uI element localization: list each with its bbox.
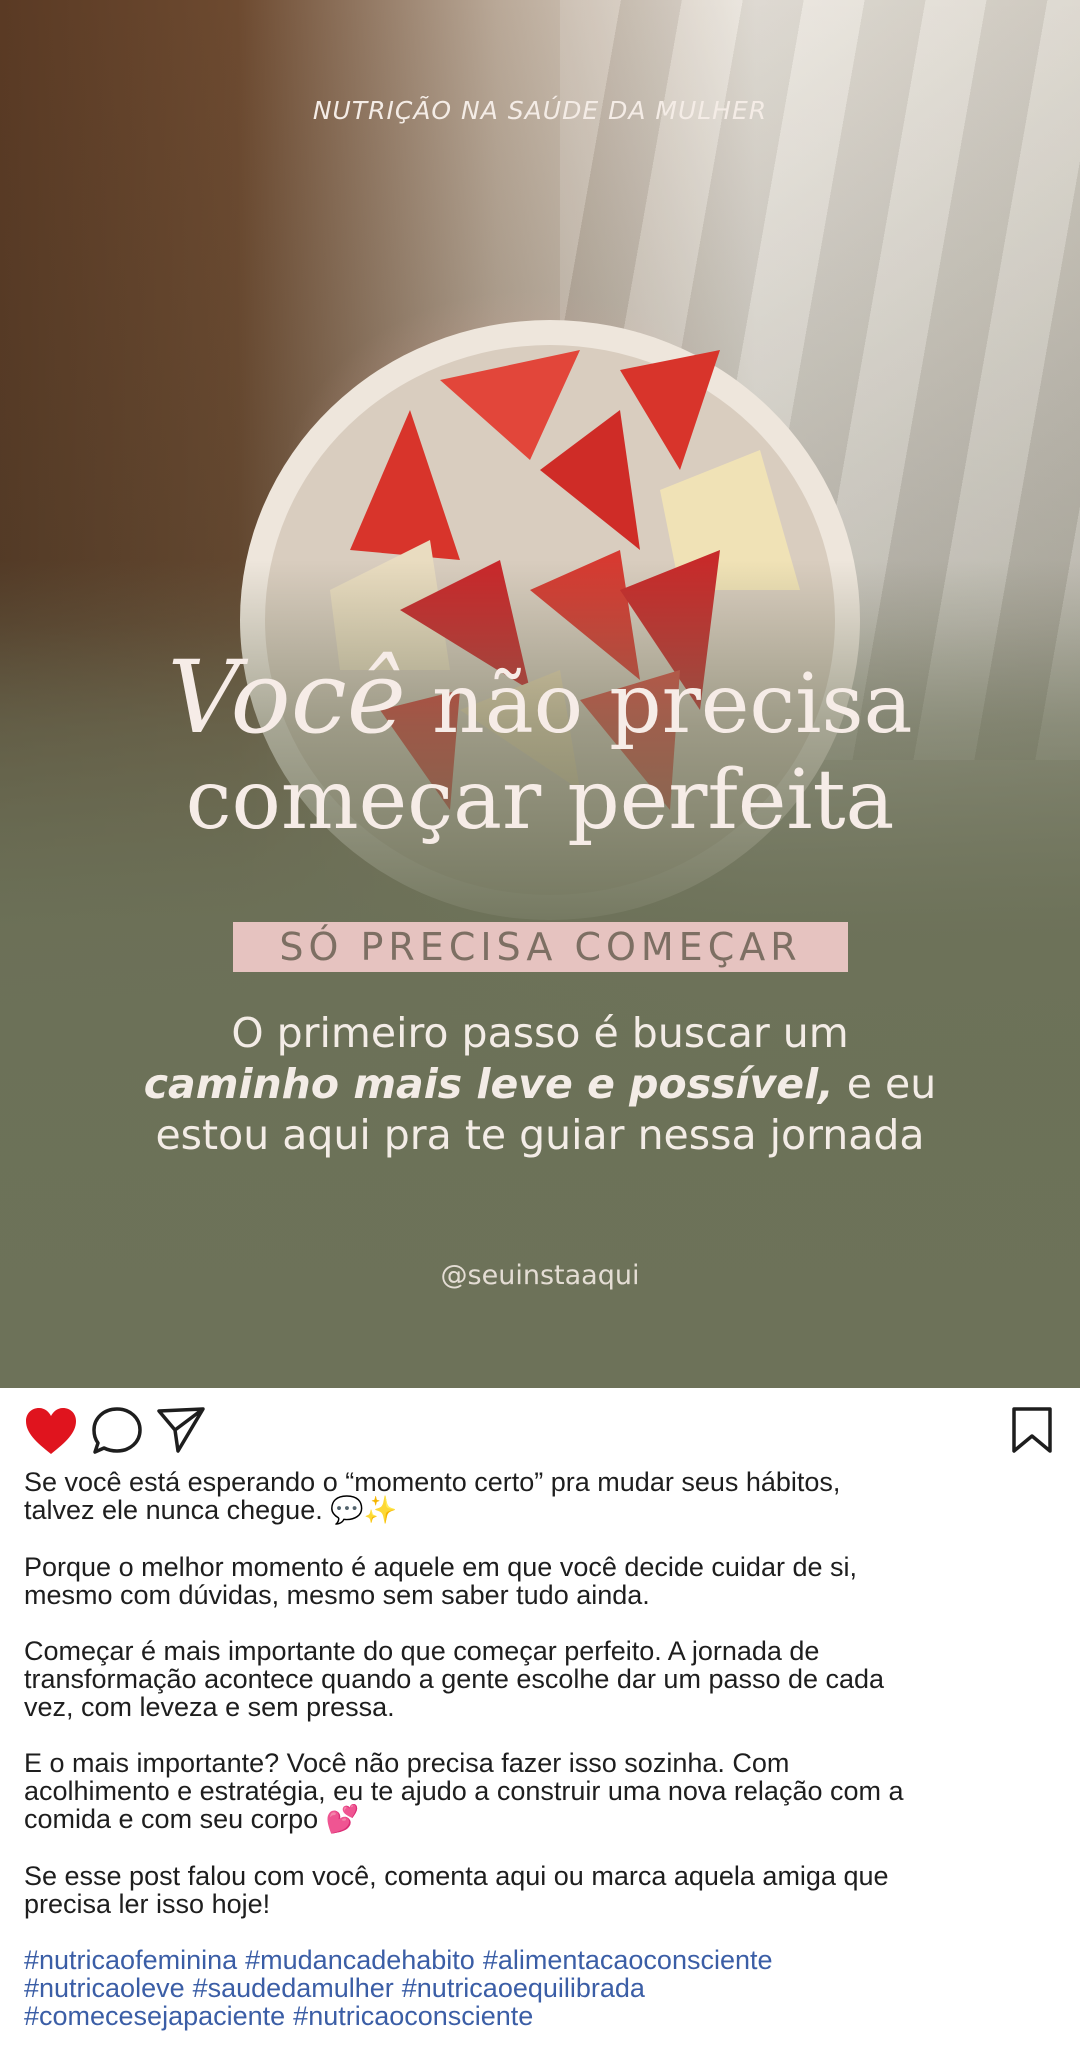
- comment-icon[interactable]: [91, 1406, 143, 1456]
- hashtag-link[interactable]: #nutricaoequilibrada: [402, 1973, 645, 2003]
- caption-paragraph-3: Começar é mais importante do que começar…: [24, 1637, 1056, 1721]
- caption-paragraph-4: E o mais importante? Você não precisa fa…: [24, 1749, 1056, 1834]
- caption-text: Se esse post falou com você, comenta aqu…: [24, 1861, 889, 1891]
- caption-text: Se você está esperando o “momento certo”…: [24, 1467, 841, 1497]
- action-bar: [0, 1388, 1080, 1468]
- caption-text: Começar é mais importante do que começar…: [24, 1636, 820, 1666]
- bookmark-icon[interactable]: [1010, 1406, 1054, 1454]
- hashtag-link[interactable]: #mudancadehabito: [245, 1945, 475, 1975]
- hashtag-link[interactable]: #nutricaofeminina: [24, 1945, 237, 1975]
- hashtag-link[interactable]: #nutricaoleve: [24, 1973, 185, 2003]
- highlight-banner: SÓ PRECISA COMEÇAR: [233, 922, 848, 972]
- hashtag-link[interactable]: #nutricaoconsciente: [293, 2001, 533, 2031]
- hashtag-link[interactable]: #comecesejapaciente: [24, 2001, 285, 2031]
- heart-icon[interactable]: [24, 1406, 78, 1456]
- caption-text: vez, com leveza e sem pressa.: [24, 1692, 395, 1722]
- hashtag-link[interactable]: #saudedamulher: [193, 1973, 394, 2003]
- subtext-line1: O primeiro passo é buscar um: [231, 1009, 849, 1057]
- caption-paragraph-1: Se você está esperando o “momento certo”…: [24, 1468, 1056, 1525]
- speech-sparkle-emoji: 💬✨: [330, 1495, 398, 1526]
- post-caption: Se você está esperando o “momento certo”…: [0, 1468, 1080, 2030]
- headline: Você não precisa começar perfeita: [0, 648, 1080, 849]
- send-icon[interactable]: [156, 1406, 206, 1454]
- headline-script-word: Você: [167, 639, 406, 756]
- caption-paragraph-5: Se esse post falou com você, comenta aqu…: [24, 1862, 1056, 1918]
- caption-text: acolhimento e estratégia, eu te ajudo a …: [24, 1776, 904, 1806]
- caption-text: talvez ele nunca chegue.: [24, 1495, 331, 1525]
- hashtag-link[interactable]: #alimentacaoconsciente: [483, 1945, 773, 1975]
- caption-paragraph-2: Porque o melhor momento é aquele em que …: [24, 1553, 1056, 1609]
- subtext-bold: caminho mais leve e possível,: [143, 1060, 834, 1108]
- headline-line1-rest: não precisa: [432, 657, 913, 752]
- caption-text: precisa ler isso hoje!: [24, 1889, 271, 1919]
- caption-text: comida e com seu corpo: [24, 1804, 326, 1834]
- caption-text: E o mais importante? Você não precisa fa…: [24, 1748, 790, 1778]
- caption-text: transformação acontece quando a gente es…: [24, 1664, 885, 1694]
- headline-line2: começar perfeita: [185, 753, 895, 848]
- caption-text: Porque o melhor momento é aquele em que …: [24, 1552, 857, 1582]
- hearts-emoji: 💕: [325, 1804, 360, 1835]
- post-image[interactable]: NUTRIÇÃO NA SAÚDE DA MULHER Você não pre…: [0, 0, 1080, 1388]
- subtext: O primeiro passo é buscar um caminho mai…: [0, 1008, 1080, 1161]
- post-topic: NUTRIÇÃO NA SAÚDE DA MULHER: [312, 96, 768, 125]
- subtext-line3: estou aqui pra te guiar nessa jornada: [155, 1111, 925, 1159]
- subtext-line2-rest: e eu: [833, 1060, 937, 1108]
- instagram-handle: @seuinstaaqui: [440, 1260, 640, 1291]
- caption-text: mesmo com dúvidas, mesmo sem saber tudo …: [24, 1580, 650, 1610]
- hashtag-list: #nutricaofeminina #mudancadehabito #alimen…: [24, 1946, 1056, 2030]
